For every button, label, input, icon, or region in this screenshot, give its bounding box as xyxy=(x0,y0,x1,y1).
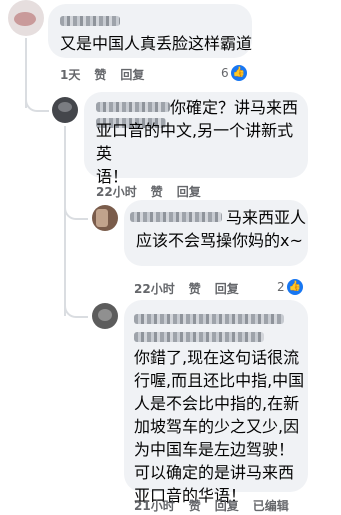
comment-text: 马来西亚人 应该不会骂操你妈的x~ xyxy=(136,208,307,250)
reaction-count[interactable]: 6 xyxy=(221,66,229,80)
comment-text: 又是中国人真丢脸这样霸道 xyxy=(60,34,253,53)
comment-time[interactable]: 22小时 xyxy=(96,185,137,199)
comment-meta: 1天赞回复 xyxy=(60,66,158,83)
thumbs-up-icon[interactable]: 👍 xyxy=(231,65,247,81)
thread-connector xyxy=(64,198,88,220)
avatar[interactable] xyxy=(92,303,118,329)
author-name-redacted[interactable] xyxy=(134,332,264,342)
comment-bubble: 你確定？讲马来西 亚口音的中文,另一个讲新式英 语！ xyxy=(84,92,308,186)
reply-button[interactable]: 回复 xyxy=(215,282,239,296)
like-button[interactable]: 赞 xyxy=(189,499,201,513)
like-button[interactable]: 赞 xyxy=(94,68,106,82)
author-name-redacted[interactable] xyxy=(134,314,284,324)
avatar[interactable] xyxy=(8,0,44,36)
comment-meta: 22小时赞回复 xyxy=(134,280,253,297)
thread-line xyxy=(64,126,66,316)
author-name-redacted[interactable] xyxy=(60,16,120,26)
comment-meta: 22小时赞回复 xyxy=(96,183,215,200)
comment-time[interactable]: 1天 xyxy=(60,68,80,82)
avatar[interactable] xyxy=(52,97,78,123)
comment-meta: 21小时赞回复 已编辑 xyxy=(134,497,303,514)
like-button[interactable]: 赞 xyxy=(189,282,201,296)
comment-text: 你確定？讲马来西 亚口音的中文,另一个讲新式英 语！ xyxy=(96,98,299,186)
comment-text: 你錯了,现在这句话很流 行喔,而且还比中指,中国 人是不会比中指的,在新 加坡驾… xyxy=(134,348,305,505)
reply-button[interactable]: 回复 xyxy=(120,68,144,82)
reply-button[interactable]: 回复 xyxy=(177,185,201,199)
comment-bubble: 马来西亚人 应该不会骂操你妈的x~ xyxy=(124,200,308,266)
comment-time[interactable]: 21小时 xyxy=(134,499,175,513)
comment-bubble: 你錯了,现在这句话很流 行喔,而且还比中指,中国 人是不会比中指的,在新 加坡驾… xyxy=(124,300,308,505)
reaction-count[interactable]: 2 xyxy=(277,280,285,294)
edited-label: 已编辑 xyxy=(252,499,289,513)
comment-time[interactable]: 22小时 xyxy=(134,282,175,296)
like-button[interactable]: 赞 xyxy=(151,185,163,199)
reply-button[interactable]: 回复 xyxy=(215,499,239,513)
comment-bubble: 又是中国人真丢脸这样霸道 xyxy=(48,4,252,58)
avatar[interactable] xyxy=(92,205,118,231)
thumbs-up-icon[interactable]: 👍 xyxy=(287,279,303,295)
thread-connector xyxy=(25,90,49,112)
thread-connector xyxy=(64,296,88,318)
